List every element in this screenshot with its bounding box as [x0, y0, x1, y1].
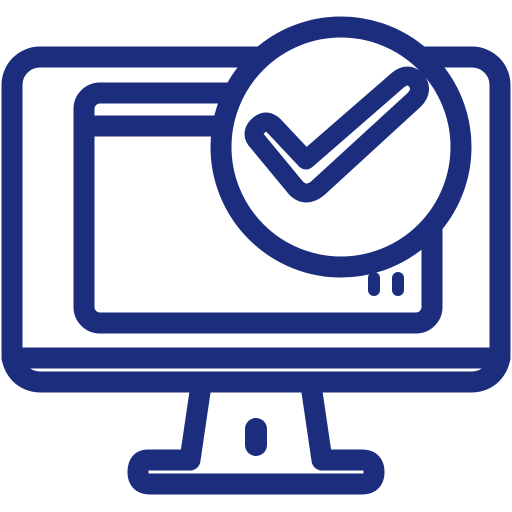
icon-canvas [0, 0, 512, 512]
power-button [245, 418, 267, 456]
computer-check-icon [1, 16, 511, 495]
